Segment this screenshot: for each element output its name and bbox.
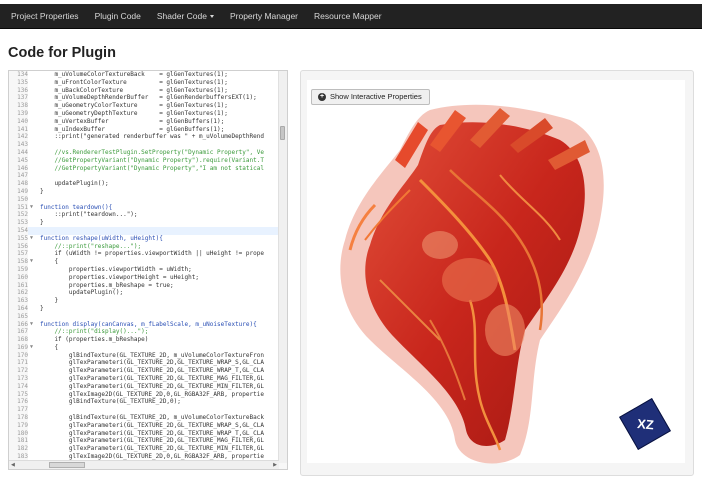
show-interactive-properties-label: Show Interactive Properties: [330, 92, 422, 101]
volume-render-hand: [340, 104, 604, 464]
show-interactive-properties-button[interactable]: + Show Interactive Properties: [311, 89, 430, 105]
orientation-cube-label: XZ: [636, 415, 654, 433]
plus-circle-icon: +: [318, 93, 326, 101]
